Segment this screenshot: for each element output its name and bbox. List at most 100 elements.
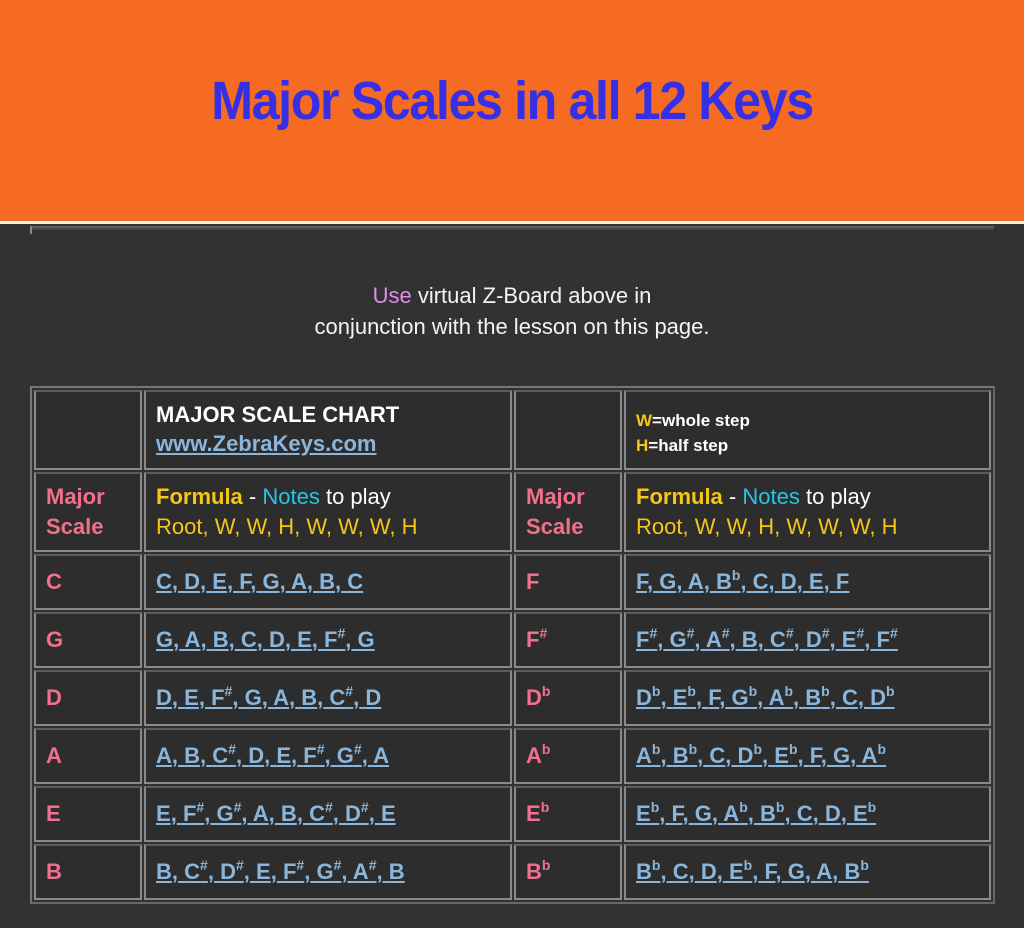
- note-link[interactable]: G#: [310, 858, 341, 884]
- note-link[interactable]: D#: [339, 800, 369, 826]
- note-link[interactable]: D: [263, 627, 285, 652]
- note-link[interactable]: C#: [206, 742, 236, 768]
- note-link[interactable]: C#: [303, 800, 333, 826]
- note-link[interactable]: A: [156, 743, 172, 768]
- note-link[interactable]: E: [156, 801, 171, 826]
- note-link[interactable]: C: [341, 569, 363, 594]
- note-link[interactable]: Bb: [799, 684, 829, 710]
- note-link[interactable]: F#: [318, 626, 345, 652]
- note-link[interactable]: G#: [663, 626, 695, 652]
- note-link[interactable]: Ab: [856, 742, 886, 768]
- note-link[interactable]: Bb: [667, 742, 697, 768]
- note-link[interactable]: B: [156, 859, 172, 884]
- note-link[interactable]: Eb: [768, 742, 797, 768]
- note-link[interactable]: C: [156, 569, 172, 594]
- note-link[interactable]: A: [368, 743, 389, 768]
- note-link[interactable]: C: [791, 801, 813, 826]
- note-link[interactable]: F: [830, 569, 849, 594]
- note-link[interactable]: A#: [348, 858, 377, 884]
- note-link[interactable]: E#: [836, 626, 864, 652]
- note-link[interactable]: Db: [636, 684, 660, 710]
- note-link[interactable]: F#: [205, 684, 232, 710]
- note-link[interactable]: E: [206, 569, 227, 594]
- note-link[interactable]: G#: [331, 742, 362, 768]
- note-link[interactable]: F: [233, 569, 250, 594]
- note-link[interactable]: C: [836, 685, 858, 710]
- note-link[interactable]: A: [683, 569, 704, 594]
- note-link[interactable]: Db: [864, 684, 894, 710]
- note-link[interactable]: E: [270, 743, 291, 768]
- note-link[interactable]: G: [782, 859, 805, 884]
- note-link[interactable]: Ab: [763, 684, 793, 710]
- note-link[interactable]: Eb: [847, 800, 876, 826]
- note-link[interactable]: Eb: [667, 684, 696, 710]
- flat-symbol: b: [860, 857, 869, 873]
- note-link[interactable]: A: [286, 569, 307, 594]
- note-link[interactable]: B: [275, 801, 297, 826]
- note-link[interactable]: F: [804, 743, 821, 768]
- note-link[interactable]: Bb: [754, 800, 784, 826]
- note-link[interactable]: D#: [214, 858, 244, 884]
- note-link[interactable]: F: [702, 685, 719, 710]
- note-link[interactable]: G: [653, 569, 676, 594]
- note-link[interactable]: C: [667, 859, 689, 884]
- note-link[interactable]: Gb: [725, 684, 757, 710]
- note-link[interactable]: Ab: [636, 742, 660, 768]
- note-link[interactable]: C#: [764, 626, 794, 652]
- note-link[interactable]: D: [178, 569, 200, 594]
- note-link[interactable]: Eb: [636, 800, 659, 826]
- zebrakeys-link[interactable]: www.ZebraKeys.com: [156, 431, 376, 456]
- note-link[interactable]: G: [351, 627, 375, 652]
- note-link[interactable]: Bb: [838, 857, 869, 884]
- note-link[interactable]: D: [242, 743, 264, 768]
- note-link[interactable]: G: [827, 743, 850, 768]
- note-link[interactable]: E: [291, 627, 312, 652]
- note-link[interactable]: E: [803, 569, 824, 594]
- flat-symbol: b: [541, 683, 551, 699]
- note-separator: ,: [270, 859, 277, 884]
- note-link[interactable]: B: [736, 627, 758, 652]
- note-link[interactable]: A: [811, 859, 832, 884]
- note-link[interactable]: Ab: [718, 800, 747, 826]
- note-link[interactable]: E: [250, 859, 271, 884]
- note-link[interactable]: D: [156, 685, 172, 710]
- note-link[interactable]: C: [747, 569, 769, 594]
- note-link[interactable]: F#: [636, 626, 657, 652]
- note-link[interactable]: B: [178, 743, 200, 768]
- note-link[interactable]: G#: [210, 800, 241, 826]
- note-link[interactable]: A: [268, 685, 289, 710]
- note-link[interactable]: A: [179, 627, 201, 652]
- note-link[interactable]: F#: [870, 626, 898, 652]
- note-link[interactable]: G: [256, 569, 279, 594]
- note-link[interactable]: Eb: [723, 858, 752, 884]
- note-link[interactable]: D: [359, 685, 381, 710]
- note-link[interactable]: B: [207, 627, 229, 652]
- note-link[interactable]: B: [295, 685, 317, 710]
- note-link[interactable]: B: [383, 859, 405, 884]
- note-link[interactable]: F: [636, 569, 647, 594]
- note-link[interactable]: F: [665, 801, 683, 826]
- note-link[interactable]: D: [819, 801, 841, 826]
- note-link[interactable]: D#: [800, 626, 830, 652]
- note-link[interactable]: C#: [323, 684, 353, 710]
- note-link[interactable]: D: [775, 569, 797, 594]
- note-link[interactable]: Bb: [636, 858, 660, 884]
- note-link[interactable]: F#: [177, 800, 204, 826]
- note-link[interactable]: B: [313, 569, 335, 594]
- note-link[interactable]: Bb: [710, 568, 740, 594]
- note-link[interactable]: A#: [701, 626, 730, 652]
- note-link[interactable]: E: [375, 801, 396, 826]
- note-link[interactable]: F: [758, 859, 775, 884]
- note-link[interactable]: E: [178, 685, 199, 710]
- note-link[interactable]: G: [238, 685, 262, 710]
- note-link[interactable]: D: [695, 859, 717, 884]
- note-link[interactable]: C: [703, 743, 725, 768]
- note-link[interactable]: G: [689, 801, 712, 826]
- note-link[interactable]: Db: [731, 742, 762, 768]
- note-link[interactable]: G: [156, 627, 173, 652]
- note-link[interactable]: F#: [297, 742, 324, 768]
- note-link[interactable]: C: [235, 627, 257, 652]
- note-link[interactable]: F#: [277, 858, 304, 884]
- note-link[interactable]: A: [247, 801, 269, 826]
- note-link[interactable]: C#: [178, 858, 208, 884]
